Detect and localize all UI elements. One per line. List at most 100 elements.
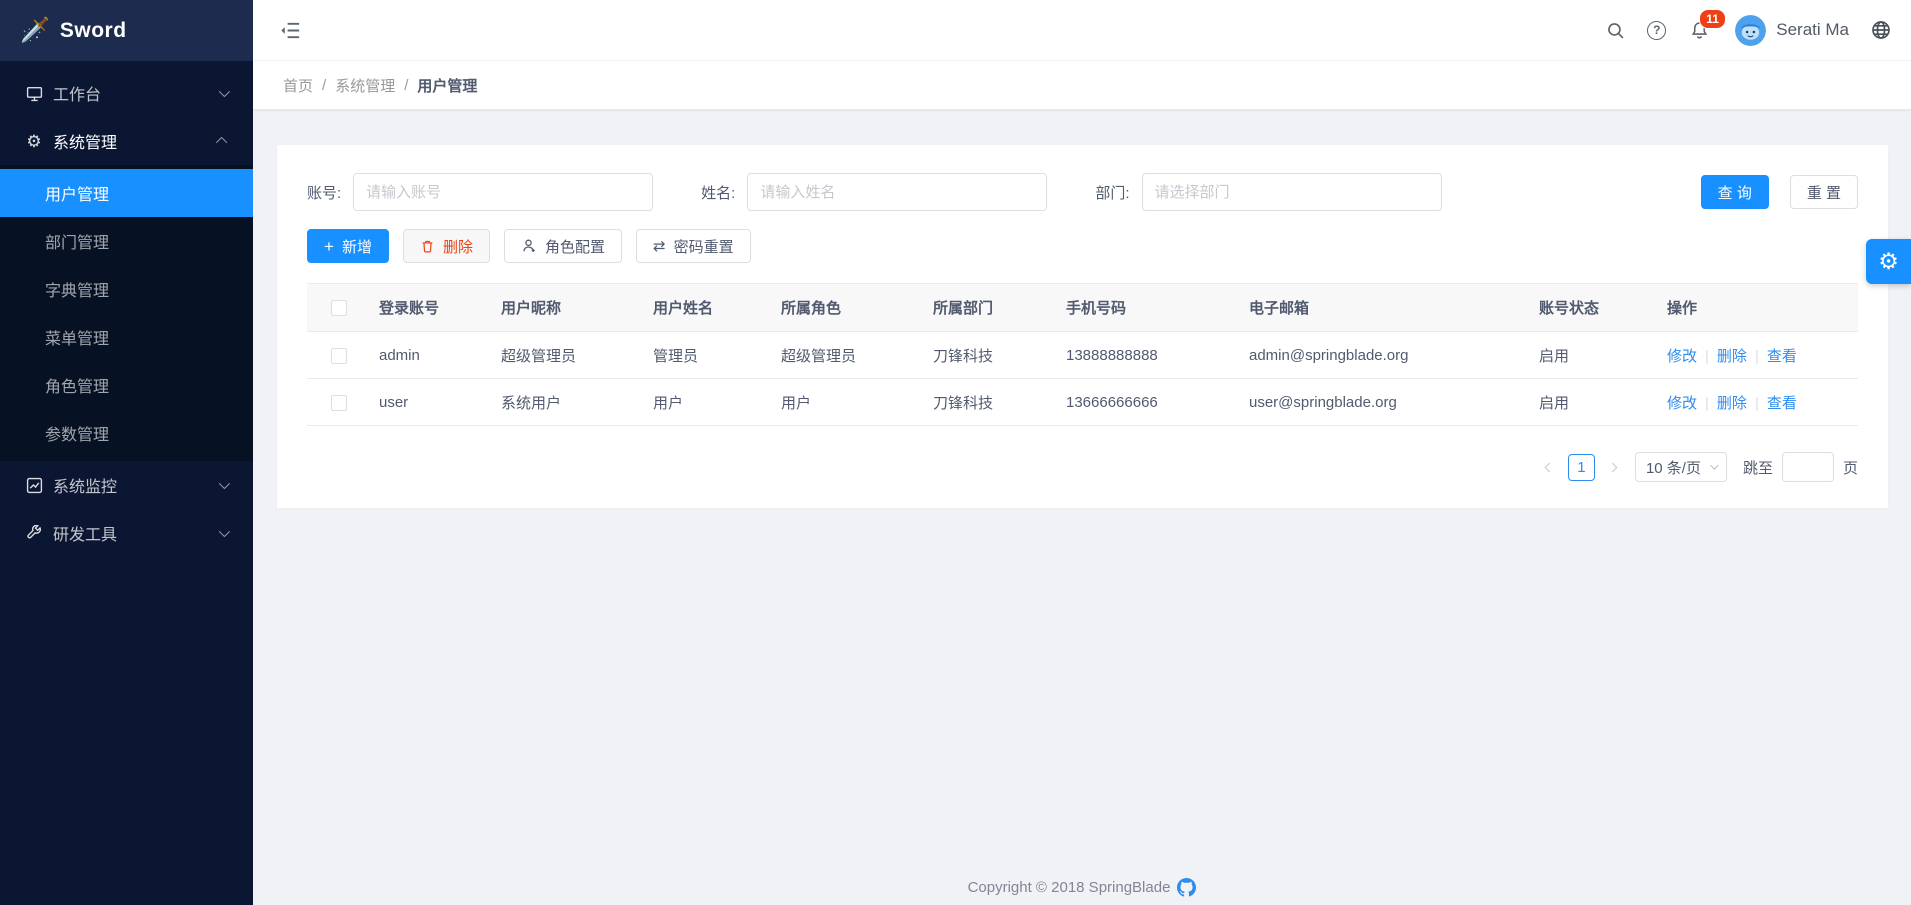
chevron-down-icon xyxy=(219,478,230,489)
settings-tab-button[interactable]: ⚙ xyxy=(1866,239,1911,284)
cell-dept: 刀锋科技 xyxy=(925,332,1058,379)
sidebar-item-menu-mgmt[interactable]: 菜单管理 xyxy=(0,313,253,361)
monitor-icon xyxy=(25,84,43,102)
cell-phone: 13666666666 xyxy=(1058,379,1241,426)
account-label: 账号: xyxy=(307,182,341,203)
copyright-text: Copyright © 2018 SpringBlade xyxy=(968,879,1171,896)
breadcrumb-current: 用户管理 xyxy=(417,75,477,96)
sidebar-item-dept-mgmt[interactable]: 部门管理 xyxy=(0,217,253,265)
col-actions: 操作 xyxy=(1659,284,1858,332)
submenu-item-label: 角色管理 xyxy=(45,373,109,397)
row-checkbox[interactable] xyxy=(331,395,347,411)
row-checkbox[interactable] xyxy=(331,348,347,364)
pagination: 1 10 条/页 跳至 页 xyxy=(307,452,1858,482)
dept-select-input[interactable] xyxy=(1142,173,1442,211)
cell-account: user xyxy=(371,379,493,426)
view-link[interactable]: 查看 xyxy=(1767,348,1797,365)
account-input[interactable] xyxy=(353,173,653,211)
prev-page-button[interactable] xyxy=(1538,455,1562,479)
role-config-button-label: 角色配置 xyxy=(545,236,605,257)
sword-logo-icon: 🗡️ xyxy=(20,19,50,43)
cell-email: user@springblade.org xyxy=(1241,379,1531,426)
add-button[interactable]: + 新增 xyxy=(307,229,389,263)
filter-actions: 查 询 重 置 xyxy=(1701,175,1858,209)
search-icon[interactable] xyxy=(1606,21,1625,40)
delete-button-label: 删除 xyxy=(443,236,473,257)
cell-email: admin@springblade.org xyxy=(1241,332,1531,379)
delete-button[interactable]: 删除 xyxy=(403,229,490,263)
plus-icon: + xyxy=(324,238,334,255)
add-button-label: 新增 xyxy=(342,236,372,257)
github-icon[interactable] xyxy=(1177,878,1196,897)
avatar[interactable] xyxy=(1735,15,1766,46)
notifications-button[interactable]: 11 xyxy=(1690,21,1709,40)
sidebar-item-role-mgmt[interactable]: 角色管理 xyxy=(0,361,253,409)
jump-to-label: 跳至 xyxy=(1743,457,1773,478)
breadcrumb: 首页 / 系统管理 / 用户管理 xyxy=(253,61,1911,109)
sidebar-item-label: 系统管理 xyxy=(53,129,219,153)
reset-button[interactable]: 重 置 xyxy=(1790,175,1858,209)
help-icon[interactable]: ? xyxy=(1647,21,1666,40)
password-reset-button[interactable]: ⇄ 密码重置 xyxy=(636,229,751,263)
page-number-button[interactable]: 1 xyxy=(1568,454,1595,481)
page-unit-label: 页 xyxy=(1843,457,1858,478)
action-separator: | xyxy=(1755,395,1759,412)
sidebar-item-param-mgmt[interactable]: 参数管理 xyxy=(0,409,253,457)
submenu-item-label: 用户管理 xyxy=(45,181,109,205)
users-table: 登录账号 用户昵称 用户姓名 所属角色 所属部门 手机号码 电子邮箱 账号状态 … xyxy=(307,283,1858,426)
jump-page-input[interactable] xyxy=(1782,452,1834,482)
select-all-checkbox[interactable] xyxy=(331,300,347,316)
submenu-item-label: 部门管理 xyxy=(45,229,109,253)
cell-name: 用户 xyxy=(645,379,773,426)
delete-link[interactable]: 删除 xyxy=(1717,395,1747,412)
next-page-button[interactable] xyxy=(1601,455,1625,479)
system-submenu: 用户管理 部门管理 字典管理 菜单管理 角色管理 参数管理 xyxy=(0,165,253,461)
col-login-account: 登录账号 xyxy=(371,284,493,332)
globe-icon[interactable] xyxy=(1871,20,1891,40)
main-area: ? 11 Serati Ma 首页 / 系统管理 / xyxy=(253,0,1911,905)
name-input[interactable] xyxy=(747,173,1047,211)
swap-icon: ⇄ xyxy=(653,239,666,254)
col-status: 账号状态 xyxy=(1531,284,1659,332)
header-actions: ? 11 Serati Ma xyxy=(1606,15,1891,46)
view-link[interactable]: 查看 xyxy=(1767,395,1797,412)
cell-actions: 修改|删除|查看 xyxy=(1659,379,1858,426)
edit-link[interactable]: 修改 xyxy=(1667,395,1697,412)
page-size-select[interactable]: 10 条/页 xyxy=(1635,452,1727,482)
cell-actions: 修改|删除|查看 xyxy=(1659,332,1858,379)
cell-dept: 刀锋科技 xyxy=(925,379,1058,426)
sidebar: 🗡️ Sword 工作台 ⚙ 系统管理 用户管理 部门 xyxy=(0,0,253,905)
sidebar-item-label: 系统监控 xyxy=(53,473,219,497)
sidebar-item-user-mgmt[interactable]: 用户管理 xyxy=(0,169,253,217)
sidebar-menu: 工作台 ⚙ 系统管理 用户管理 部门管理 字典管理 菜单管理 xyxy=(0,61,253,905)
top-header: ? 11 Serati Ma xyxy=(253,0,1911,61)
cell-status: 启用 xyxy=(1531,332,1659,379)
app-logo[interactable]: 🗡️ Sword xyxy=(0,0,253,61)
sidebar-item-system[interactable]: ⚙ 系统管理 xyxy=(0,117,253,165)
delete-link[interactable]: 删除 xyxy=(1717,348,1747,365)
chevron-down-icon xyxy=(219,526,230,537)
search-button[interactable]: 查 询 xyxy=(1701,175,1769,209)
page-footer: Copyright © 2018 SpringBlade xyxy=(253,878,1911,897)
sidebar-item-label: 工作台 xyxy=(53,81,219,105)
app-title: Sword xyxy=(60,19,127,43)
role-config-button[interactable]: 角色配置 xyxy=(504,229,622,263)
submenu-item-label: 参数管理 xyxy=(45,421,109,445)
sidebar-item-sys-monitor[interactable]: 系统监控 xyxy=(0,461,253,509)
cell-role: 用户 xyxy=(773,379,925,426)
name-filter: 姓名: xyxy=(701,173,1047,211)
menu-fold-icon[interactable] xyxy=(279,19,302,42)
col-phone: 手机号码 xyxy=(1058,284,1241,332)
breadcrumb-system[interactable]: 系统管理 xyxy=(335,75,395,96)
breadcrumb-separator: / xyxy=(322,77,326,94)
sidebar-item-workbench[interactable]: 工作台 xyxy=(0,69,253,117)
chevron-down-icon xyxy=(219,86,230,97)
cell-phone: 13888888888 xyxy=(1058,332,1241,379)
account-filter: 账号: xyxy=(307,173,653,211)
breadcrumb-home[interactable]: 首页 xyxy=(283,75,313,96)
edit-link[interactable]: 修改 xyxy=(1667,348,1697,365)
sidebar-item-dev-tools[interactable]: 研发工具 xyxy=(0,509,253,557)
user-name[interactable]: Serati Ma xyxy=(1776,20,1849,40)
page-size-value: 10 条/页 xyxy=(1646,457,1701,478)
sidebar-item-dict-mgmt[interactable]: 字典管理 xyxy=(0,265,253,313)
